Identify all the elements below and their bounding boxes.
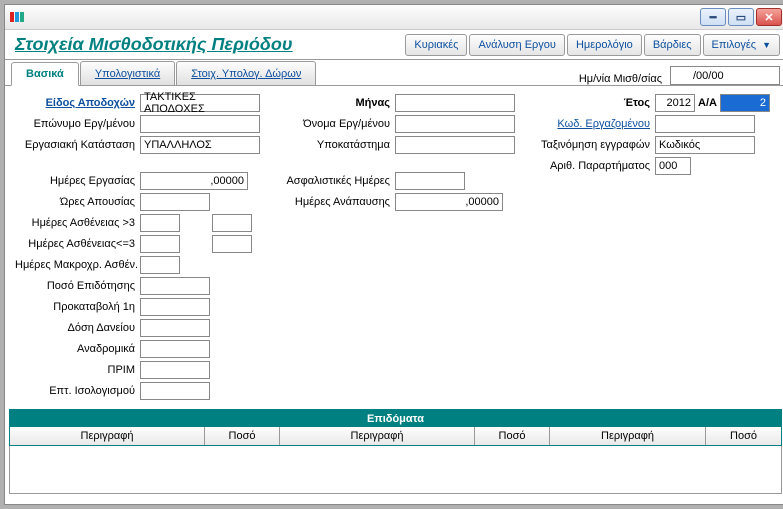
- name-label: Όνομα Εργ/μένου: [275, 118, 395, 130]
- absence-hours-input[interactable]: [140, 193, 210, 211]
- sick-gt3-label: Ημέρες Ασθένειας >3: [15, 217, 140, 229]
- insurance-days-input[interactable]: [395, 172, 465, 190]
- col-left: Είδος Αποδοχών ΤΑΚΤΙΚΕΣ ΑΠΟΔΟΧΕΣ Επώνυμο…: [15, 92, 275, 402]
- epidomata-header-row: Περιγραφή Ποσό Περιγραφή Ποσό Περιγραφή …: [9, 427, 782, 446]
- month-input[interactable]: [395, 94, 515, 112]
- subsidy-amount-input[interactable]: [140, 277, 210, 295]
- col-desc-2: Περιγραφή: [280, 427, 475, 445]
- sick-gt3-input-1[interactable]: [140, 214, 180, 232]
- branch-input[interactable]: [395, 136, 515, 154]
- absence-hours-label: Ώρες Απουσίας: [15, 196, 140, 208]
- balance-adj-input[interactable]: [140, 382, 210, 400]
- page-title: Στοιχεία Μισθοδοτικής Περιόδου: [15, 34, 405, 55]
- subsidy-amount-label: Ποσό Επιδότησης: [15, 280, 140, 292]
- col-desc-3: Περιγραφή: [550, 427, 706, 445]
- work-status-input[interactable]: ΥΠΑΛΛΗΛΟΣ: [140, 136, 260, 154]
- branch-label: Υποκατάστημα: [275, 139, 395, 151]
- col-amount-2: Ποσό: [475, 427, 550, 445]
- shifts-button[interactable]: Βάρδιες: [644, 34, 701, 56]
- year-input[interactable]: 2012: [655, 94, 695, 112]
- sick-gt3-input-2[interactable]: [212, 214, 252, 232]
- employee-code-input[interactable]: [655, 115, 755, 133]
- work-days-label: Ημέρες Εργασίας: [15, 175, 140, 187]
- header-buttons: Κυριακές Ανάλυση Εργου Ημερολόγιο Βάρδιε…: [405, 34, 780, 56]
- advance1-label: Προκαταβολή 1η: [15, 301, 140, 313]
- appendix-no-label: Αριθ. Παραρτήματος: [520, 160, 655, 172]
- col-amount-3: Ποσό: [706, 427, 781, 445]
- prim-label: ΠΡΙΜ: [15, 364, 140, 376]
- minimize-button[interactable]: ━: [700, 8, 726, 26]
- prim-input[interactable]: [140, 361, 210, 379]
- form-area: Είδος Αποδοχών ΤΑΚΤΙΚΕΣ ΑΠΟΔΟΧΕΣ Επώνυμο…: [5, 86, 783, 416]
- tab-gift-calc[interactable]: Στοιχ. Υπολογ. Δώρων: [176, 61, 316, 85]
- year-label: Έτος: [520, 97, 655, 109]
- surname-input[interactable]: [140, 115, 260, 133]
- header: Στοιχεία Μισθοδοτικής Περιόδου Κυριακές …: [5, 30, 783, 60]
- payroll-date-input[interactable]: /00/00: [670, 66, 780, 85]
- payroll-date-label: Ημ/νία Μισθ/σίας: [579, 73, 662, 85]
- maximize-button[interactable]: ▭: [728, 8, 754, 26]
- aa-input[interactable]: 2: [720, 94, 770, 112]
- options-button[interactable]: Επιλογές ▼: [703, 34, 780, 56]
- surname-label: Επώνυμο Εργ/μένου: [15, 118, 140, 130]
- epidomata-body[interactable]: [9, 446, 782, 494]
- aa-label: Α/Α: [698, 97, 717, 109]
- close-button[interactable]: ✕: [756, 8, 782, 26]
- epidomata-section: Επιδόματα Περιγραφή Ποσό Περιγραφή Ποσό …: [9, 409, 782, 494]
- sick-le3-input-1[interactable]: [140, 235, 180, 253]
- long-sick-input[interactable]: [140, 256, 180, 274]
- options-label: Επιλογές: [712, 39, 757, 51]
- insurance-days-label: Ασφαλιστικές Ημέρες: [275, 175, 395, 187]
- tabs-row: Βασικά Υπολογιστικά Στοιχ. Υπολογ. Δώρων…: [5, 60, 783, 86]
- chevron-down-icon: ▼: [762, 40, 771, 50]
- tab-computational[interactable]: Υπολογιστικά: [80, 61, 175, 85]
- payroll-date-value: /00/00: [693, 70, 724, 82]
- col-center: Μήνας Όνομα Εργ/μένου Υποκατάστημα Ασφαλ…: [275, 92, 520, 402]
- col-amount-1: Ποσό: [205, 427, 280, 445]
- col-desc-1: Περιγραφή: [10, 427, 205, 445]
- advance1-input[interactable]: [140, 298, 210, 316]
- sick-le3-label: Ημέρες Ασθένειας<=3: [15, 238, 140, 250]
- loan-inst-input[interactable]: [140, 319, 210, 337]
- record-sort-label: Ταξινόμηση εγγραφών: [520, 139, 655, 151]
- app-window: ━ ▭ ✕ Στοιχεία Μισθοδοτικής Περιόδου Κυρ…: [4, 4, 783, 505]
- window-controls: ━ ▭ ✕: [700, 8, 782, 26]
- calendar-button[interactable]: Ημερολόγιο: [567, 34, 642, 56]
- work-status-label: Εργασιακή Κατάσταση: [15, 139, 140, 151]
- rest-days-input[interactable]: ,00000: [395, 193, 503, 211]
- retro-label: Αναδρομικά: [15, 343, 140, 355]
- name-input[interactable]: [395, 115, 515, 133]
- earning-type-input[interactable]: ΤΑΚΤΙΚΕΣ ΑΠΟΔΟΧΕΣ: [140, 94, 260, 112]
- balance-adj-label: Επτ. Ισολογισμού: [15, 385, 140, 397]
- record-sort-input[interactable]: Κωδικός: [655, 136, 755, 154]
- tab-basic[interactable]: Βασικά: [11, 62, 79, 86]
- sundays-button[interactable]: Κυριακές: [405, 34, 467, 56]
- retro-input[interactable]: [140, 340, 210, 358]
- earning-type-label[interactable]: Είδος Αποδοχών: [15, 97, 140, 109]
- month-label: Μήνας: [275, 97, 395, 109]
- titlebar: ━ ▭ ✕: [5, 5, 783, 30]
- loan-inst-label: Δόση Δανείου: [15, 322, 140, 334]
- long-sick-label: Ημέρες Μακροχρ. Ασθέν.: [15, 259, 140, 271]
- sick-le3-input-2[interactable]: [212, 235, 252, 253]
- app-icon: [9, 9, 25, 25]
- rest-days-label: Ημέρες Ανάπαυσης: [275, 196, 395, 208]
- appendix-no-input[interactable]: 000: [655, 157, 691, 175]
- project-analysis-button[interactable]: Ανάλυση Εργου: [469, 34, 564, 56]
- col-right: Έτος 2012 Α/Α 2 Κωδ. Εργαζομένου Ταξινόμ…: [520, 92, 775, 402]
- work-days-input[interactable]: ,00000: [140, 172, 248, 190]
- epidomata-title: Επιδόματα: [9, 409, 782, 427]
- employee-code-label[interactable]: Κωδ. Εργαζομένου: [520, 118, 655, 130]
